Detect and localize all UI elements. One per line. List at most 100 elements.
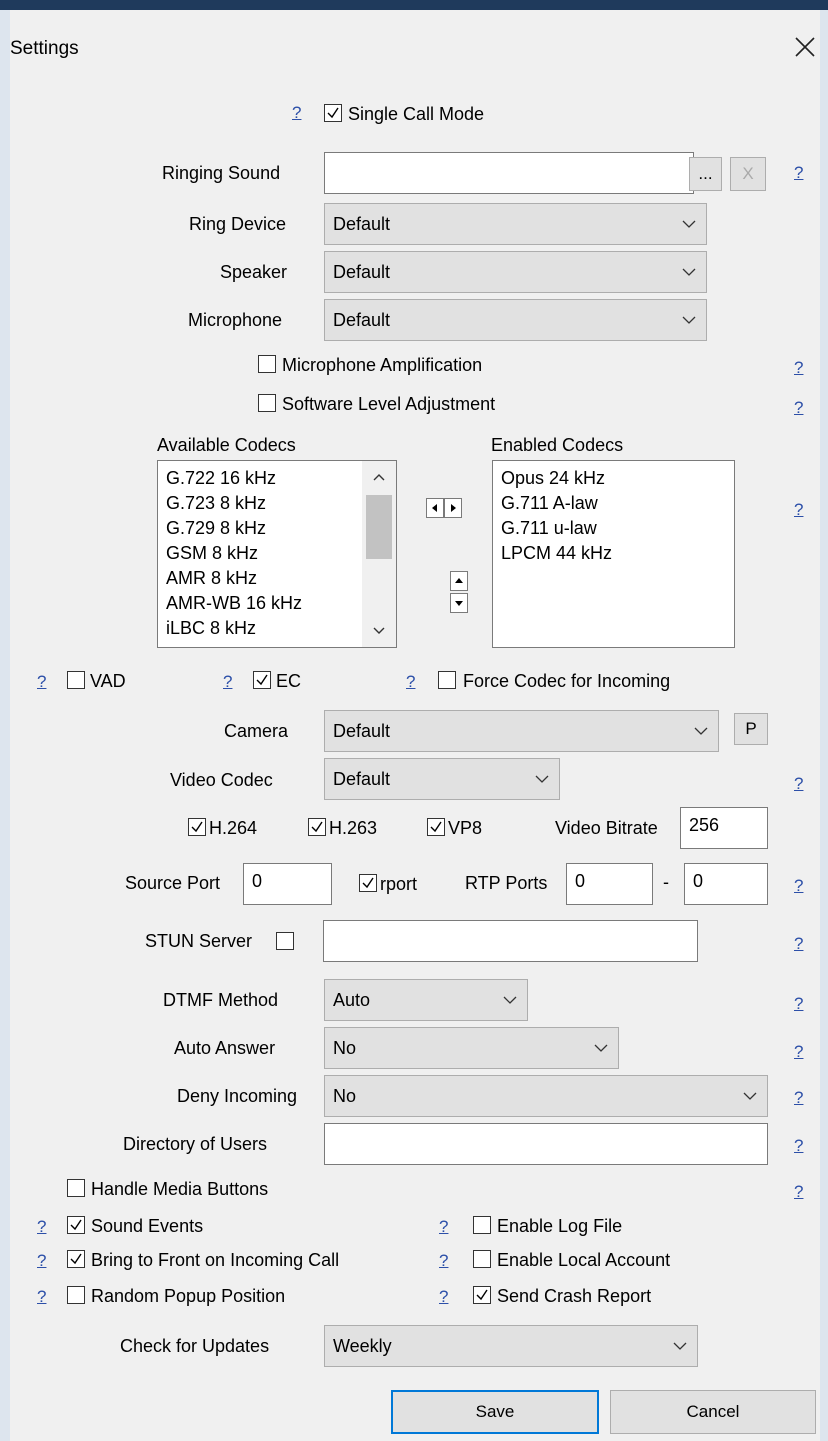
rtp-port-to-input[interactable]: 0 xyxy=(684,863,768,905)
help-link[interactable]: ? xyxy=(794,398,803,418)
crash-report-checkbox[interactable] xyxy=(473,1286,491,1304)
help-link[interactable]: ? xyxy=(794,163,803,183)
chevron-down-icon[interactable] xyxy=(373,627,385,635)
list-item[interactable]: G.722 16 kHz xyxy=(166,468,276,489)
help-link[interactable]: ? xyxy=(223,672,232,692)
ec-checkbox[interactable] xyxy=(253,671,271,689)
help-link[interactable]: ? xyxy=(794,774,803,794)
rtp-port-from-input[interactable]: 0 xyxy=(566,863,653,905)
list-item[interactable]: LPCM 44 kHz xyxy=(501,543,612,564)
chevron-down-icon xyxy=(682,268,696,276)
help-link[interactable]: ? xyxy=(794,500,803,520)
auto-answer-value: No xyxy=(333,1037,357,1058)
sound-events-checkbox[interactable] xyxy=(67,1216,85,1234)
ringing-sound-input[interactable] xyxy=(324,152,694,194)
help-link[interactable]: ? xyxy=(794,934,803,954)
camera-select[interactable]: Default xyxy=(324,710,719,752)
help-link[interactable]: ? xyxy=(37,1217,46,1237)
h263-checkbox[interactable] xyxy=(308,818,326,836)
help-link[interactable]: ? xyxy=(794,1182,803,1202)
help-link[interactable]: ? xyxy=(292,103,301,123)
scrollbar-thumb[interactable] xyxy=(366,495,392,559)
deny-incoming-select[interactable]: No xyxy=(324,1075,768,1117)
microphone-select[interactable]: Default xyxy=(324,299,707,341)
close-icon[interactable] xyxy=(792,34,818,60)
h264-checkbox[interactable] xyxy=(188,818,206,836)
help-link[interactable]: ? xyxy=(439,1217,448,1237)
available-codecs-list[interactable]: G.722 16 kHz G.723 8 kHz G.729 8 kHz GSM… xyxy=(157,460,397,648)
chevron-up-icon[interactable] xyxy=(373,473,385,481)
list-item[interactable]: G.723 8 kHz xyxy=(166,493,266,514)
vp8-label: VP8 xyxy=(448,818,483,838)
video-codec-select[interactable]: Default xyxy=(324,758,560,800)
deny-incoming-value: No xyxy=(333,1085,357,1106)
list-item[interactable]: G.729 8 kHz xyxy=(166,518,266,539)
microphone-label: Microphone xyxy=(188,310,283,330)
help-link[interactable]: ? xyxy=(439,1287,448,1307)
window-top-border xyxy=(0,0,828,10)
browse-button[interactable]: ... xyxy=(689,157,722,191)
mic-amplification-checkbox[interactable] xyxy=(258,355,276,373)
h264-label: H.264 xyxy=(209,818,258,838)
handle-media-checkbox[interactable] xyxy=(67,1179,85,1197)
help-link[interactable]: ? xyxy=(406,672,415,692)
list-item[interactable]: G.711 A-law xyxy=(501,493,598,514)
list-item[interactable]: AMR 8 kHz xyxy=(166,568,257,589)
camera-preview-button[interactable]: P xyxy=(734,713,768,745)
help-link[interactable]: ? xyxy=(794,1042,803,1062)
move-right-button[interactable] xyxy=(444,498,462,518)
speaker-select[interactable]: Default xyxy=(324,251,707,293)
stun-server-checkbox[interactable] xyxy=(276,932,294,950)
stun-server-input[interactable] xyxy=(323,920,698,962)
enable-log-checkbox[interactable] xyxy=(473,1216,491,1234)
enable-local-checkbox[interactable] xyxy=(473,1250,491,1268)
software-level-checkbox[interactable] xyxy=(258,394,276,412)
list-item[interactable]: Opus 24 kHz xyxy=(501,468,605,489)
list-item[interactable]: G.711 u-law xyxy=(501,518,597,539)
save-button[interactable]: Save xyxy=(391,1390,599,1434)
ring-device-select[interactable]: Default xyxy=(324,203,707,245)
rport-checkbox[interactable] xyxy=(359,874,377,892)
bring-front-checkbox[interactable] xyxy=(67,1250,85,1268)
help-link[interactable]: ? xyxy=(37,1251,46,1271)
chevron-down-icon xyxy=(673,1342,687,1350)
codec-list-scrollbar[interactable] xyxy=(362,461,396,647)
vp8-checkbox[interactable] xyxy=(427,818,445,836)
force-codec-checkbox[interactable] xyxy=(438,671,456,689)
arrow-down-icon xyxy=(455,601,463,606)
help-link[interactable]: ? xyxy=(37,672,46,692)
speaker-label: Speaker xyxy=(220,262,288,282)
help-link[interactable]: ? xyxy=(794,994,803,1014)
help-link[interactable]: ? xyxy=(37,1287,46,1307)
single-call-mode-checkbox[interactable] xyxy=(324,104,342,122)
list-item[interactable]: GSM 8 kHz xyxy=(166,543,258,564)
enable-log-label: Enable Log File xyxy=(497,1216,623,1236)
list-item[interactable]: iLBC 8 kHz xyxy=(166,618,256,639)
video-bitrate-input[interactable]: 256 xyxy=(680,807,768,849)
chevron-down-icon xyxy=(503,996,517,1004)
enabled-codecs-list[interactable]: Opus 24 kHz G.711 A-law G.711 u-law LPCM… xyxy=(492,460,735,648)
help-link[interactable]: ? xyxy=(794,358,803,378)
random-popup-checkbox[interactable] xyxy=(67,1286,85,1304)
bring-front-label: Bring to Front on Incoming Call xyxy=(91,1250,340,1270)
source-port-input[interactable]: 0 xyxy=(243,863,332,905)
cancel-button[interactable]: Cancel xyxy=(610,1390,816,1434)
help-link[interactable]: ? xyxy=(794,1136,803,1156)
list-item[interactable]: AMR-WB 16 kHz xyxy=(166,593,302,614)
move-up-button[interactable] xyxy=(450,571,468,591)
vad-label: VAD xyxy=(90,671,126,691)
help-link[interactable]: ? xyxy=(439,1251,448,1271)
dtmf-method-select[interactable]: Auto xyxy=(324,979,528,1021)
chevron-down-icon xyxy=(535,775,549,783)
directory-input[interactable] xyxy=(324,1123,768,1165)
crash-report-label: Send Crash Report xyxy=(497,1286,652,1306)
help-link[interactable]: ? xyxy=(794,876,803,896)
directory-label: Directory of Users xyxy=(123,1134,268,1154)
auto-answer-select[interactable]: No xyxy=(324,1027,619,1069)
move-down-button[interactable] xyxy=(450,593,468,613)
vad-checkbox[interactable] xyxy=(67,671,85,689)
move-left-button[interactable] xyxy=(426,498,444,518)
help-link[interactable]: ? xyxy=(794,1088,803,1108)
clear-sound-button[interactable]: X xyxy=(730,157,766,191)
check-updates-select[interactable]: Weekly xyxy=(324,1325,698,1367)
